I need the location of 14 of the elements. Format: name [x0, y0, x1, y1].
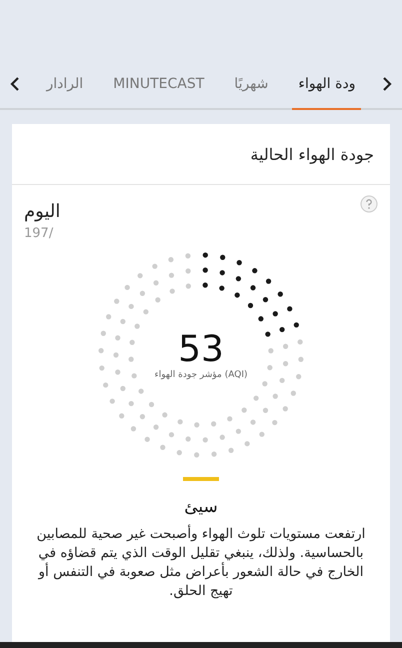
tab[interactable]: شهريًا [228, 60, 274, 110]
aqi-value: 53 [178, 330, 224, 370]
date-text: 197/ [24, 226, 54, 241]
card-title: جودة الهواء الحالية [250, 144, 374, 164]
chevron-right-icon[interactable] [382, 77, 392, 91]
tab[interactable]: ودة الهواء [292, 60, 362, 110]
category-label: سيئ [184, 497, 218, 517]
tab[interactable]: الرادار [40, 60, 90, 110]
aqi-caption: مؤشر جودة الهواء (AQI) [154, 370, 248, 380]
chevron-left-icon[interactable] [10, 77, 20, 91]
tab[interactable]: MINUTECAST [107, 60, 210, 110]
day-label: اليوم [24, 201, 60, 222]
help-icon[interactable] [360, 195, 378, 213]
description-text: ارتفعت مستويات تلوث الهواء وأصبحت غير صحية للمصابين بالحساسية. ولذلك، ينبغي تقليل الوقت الذي يتم قضاؤه في الخارج في حالة الشعور بأعراض مثل صعوبة في التنفس أو تهيج الحلق. [36, 525, 366, 601]
